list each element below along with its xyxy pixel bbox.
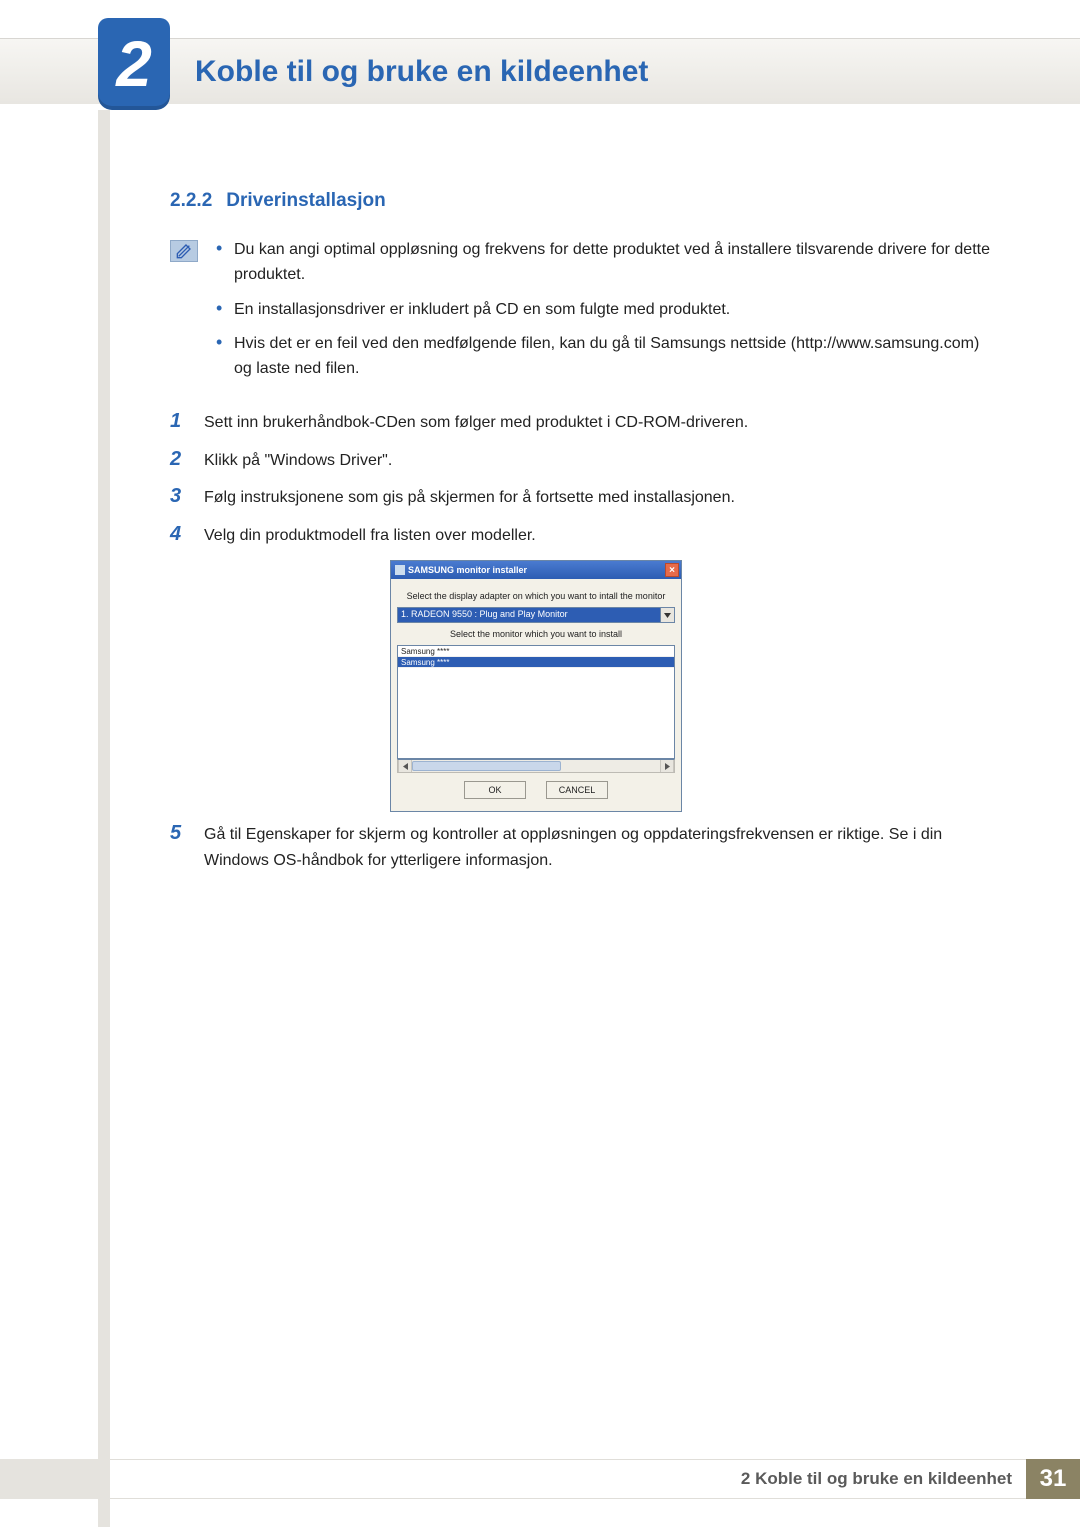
bullet-icon: • [216, 332, 234, 382]
note-text: Hvis det er en feil ved den medfølgende … [234, 332, 990, 382]
page-content: 2.2.2 Driverinstallasjon • Du kan angi op… [170, 190, 990, 886]
steps-list: 1 Sett inn brukerhåndbok-CDen som følger… [170, 410, 990, 874]
list-item[interactable]: Samsung **** [398, 657, 674, 668]
page-number: 31 [1026, 1459, 1080, 1499]
installer-dialog: SAMSUNG monitor installer × Select the d… [390, 560, 682, 812]
step: 1 Sett inn brukerhåndbok-CDen som følger… [170, 410, 990, 436]
note-text: En installasjonsdriver er inkludert på C… [234, 298, 730, 323]
note-text: Du kan angi optimal oppløsning og frekve… [234, 238, 990, 288]
chevron-down-icon[interactable] [660, 608, 674, 622]
section-title: Driverinstallasjon [226, 190, 385, 211]
section-number: 2.2.2 [170, 190, 212, 211]
dialog-title-icon [395, 565, 405, 575]
step-text: Velg din produktmodell fra listen over m… [204, 523, 536, 549]
monitor-list[interactable]: Samsung **** Samsung **** [397, 645, 675, 759]
step-text: Sett inn brukerhåndbok-CDen som følger m… [204, 410, 748, 436]
footer-chapter-title: 2 Koble til og bruke en kildeenhet [110, 1459, 1026, 1499]
note-item: • Hvis det er en feil ved den medfølgend… [216, 332, 990, 382]
step-number: 3 [170, 485, 204, 511]
step-number: 1 [170, 410, 204, 436]
scroll-right-icon[interactable] [660, 760, 674, 772]
note-item: • Du kan angi optimal oppløsning og frek… [216, 238, 990, 288]
dialog-button-row: OK CANCEL [397, 773, 675, 805]
note-icon [170, 240, 198, 262]
note-block: • Du kan angi optimal oppløsning og frek… [170, 238, 990, 392]
step: 2 Klikk på "Windows Driver". [170, 448, 990, 474]
page-footer: 2 Koble til og bruke en kildeenhet 31 [0, 1459, 1080, 1499]
dialog-title: SAMSUNG monitor installer [408, 565, 665, 575]
step: 5 Gå til Egenskaper for skjerm og kontro… [170, 822, 990, 873]
left-margin-strip [98, 110, 110, 1527]
chapter-title: Koble til og bruke en kildeenhet [195, 55, 648, 89]
ok-button[interactable]: OK [464, 781, 526, 799]
footer-lead [0, 1459, 110, 1499]
step-text: Følg instruksjonene som gis på skjermen … [204, 485, 735, 511]
step-number: 2 [170, 448, 204, 474]
horizontal-scrollbar[interactable] [397, 759, 675, 773]
scroll-left-icon[interactable] [398, 760, 412, 772]
dialog-instruction: Select the monitor which you want to ins… [397, 629, 675, 639]
bullet-icon: • [216, 298, 234, 323]
step-text: Gå til Egenskaper for skjerm og kontroll… [204, 822, 990, 873]
dialog-titlebar: SAMSUNG monitor installer × [391, 561, 681, 579]
scroll-thumb[interactable] [412, 761, 561, 771]
dialog-instruction: Select the display adapter on which you … [397, 591, 675, 601]
note-items: • Du kan angi optimal oppløsning og frek… [216, 238, 990, 392]
list-item[interactable]: Samsung **** [398, 646, 674, 657]
note-item: • En installasjonsdriver er inkludert på… [216, 298, 990, 323]
adapter-select[interactable]: 1. RADEON 9550 : Plug and Play Monitor [397, 607, 675, 623]
step-number: 5 [170, 822, 204, 873]
step: 3 Følg instruksjonene som gis på skjerme… [170, 485, 990, 511]
section-heading: 2.2.2 Driverinstallasjon [170, 190, 990, 212]
cancel-button[interactable]: CANCEL [546, 781, 608, 799]
scroll-track[interactable] [412, 760, 660, 772]
dialog-body: Select the display adapter on which you … [391, 579, 681, 811]
bullet-icon: • [216, 238, 234, 288]
close-icon[interactable]: × [665, 563, 679, 577]
adapter-select-value: 1. RADEON 9550 : Plug and Play Monitor [398, 608, 660, 622]
chapter-number-badge: 2 [98, 18, 170, 110]
chapter-number: 2 [116, 32, 152, 96]
step: 4 Velg din produktmodell fra listen over… [170, 523, 990, 549]
step-text: Klikk på "Windows Driver". [204, 448, 392, 474]
step-number: 4 [170, 523, 204, 549]
